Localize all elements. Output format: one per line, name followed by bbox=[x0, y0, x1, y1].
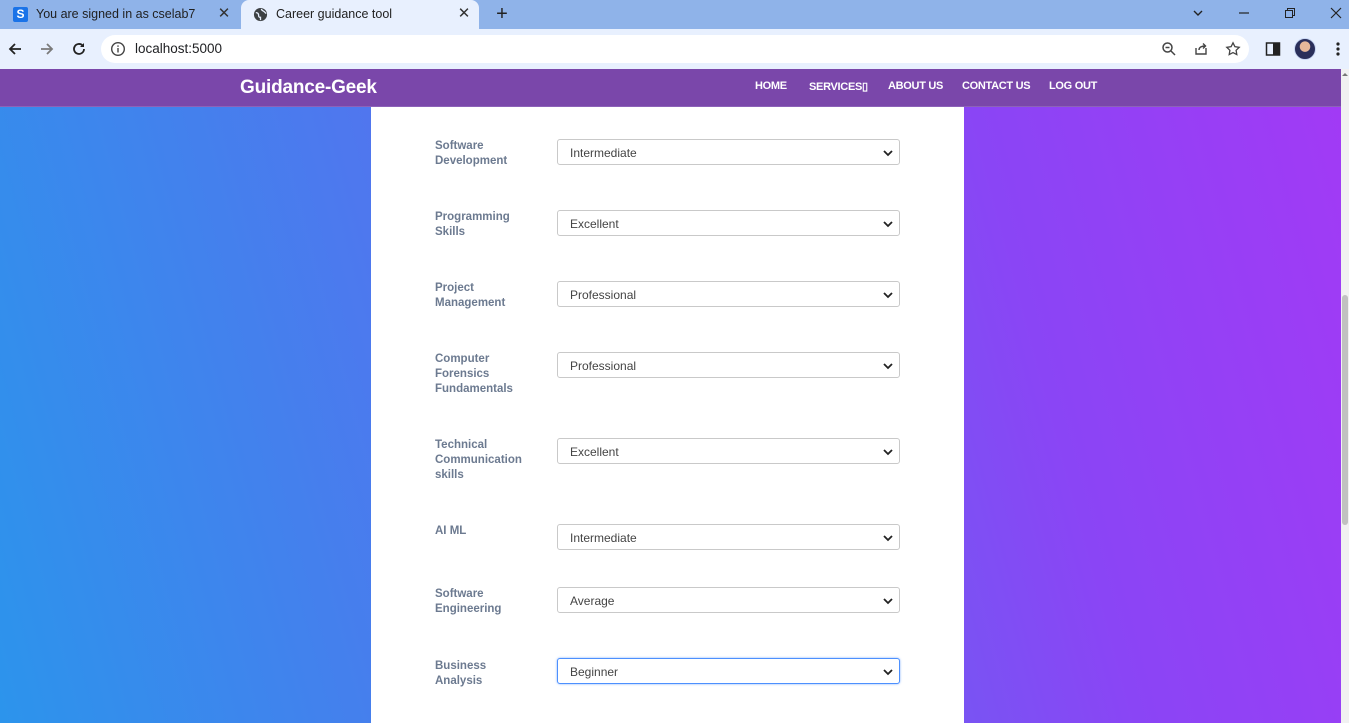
profile-avatar[interactable] bbox=[1294, 38, 1316, 60]
chevron-down-icon bbox=[883, 449, 893, 456]
close-tab-icon[interactable]: ✕ bbox=[455, 5, 473, 23]
skill-select-project-management[interactable]: Professional bbox=[557, 281, 900, 307]
selected-value: Intermediate bbox=[570, 531, 637, 545]
skills-form-card: Software Development Intermediate Progra… bbox=[371, 107, 964, 723]
selected-value: Intermediate bbox=[570, 146, 637, 160]
url-text: localhost:5000 bbox=[135, 41, 223, 56]
browser-tab-strip: S You are signed in as cselab7 ✕ Career … bbox=[0, 0, 1349, 29]
skill-label-software-development: Software Development bbox=[435, 140, 508, 167]
skill-label-project-management: Project Management bbox=[435, 282, 506, 309]
skill-select-business-analysis[interactable]: Beginner bbox=[557, 658, 900, 684]
forward-arrow-icon[interactable] bbox=[35, 37, 59, 61]
skill-label-computer-forensics: Computer Forensics Fundamentals bbox=[435, 353, 513, 395]
restore-icon[interactable] bbox=[1278, 3, 1302, 25]
tab-title: Career guidance tool bbox=[276, 7, 393, 21]
close-window-icon[interactable] bbox=[1324, 3, 1348, 25]
sharepoint-favicon-icon: S bbox=[13, 7, 28, 22]
nav-link-about-us[interactable]: ABOUT US bbox=[888, 80, 943, 92]
scroll-up-arrow-icon[interactable] bbox=[1342, 71, 1348, 77]
bookmark-star-icon[interactable] bbox=[1225, 41, 1241, 57]
skill-select-software-engineering[interactable]: Average bbox=[557, 587, 900, 613]
nav-link-contact-us[interactable]: CONTACT US bbox=[962, 80, 1031, 92]
nav-link-home[interactable]: HOME bbox=[755, 80, 787, 92]
tab-title: You are signed in as cselab7 bbox=[36, 7, 196, 21]
reload-icon[interactable] bbox=[67, 37, 91, 61]
share-icon[interactable] bbox=[1193, 41, 1209, 57]
close-tab-icon[interactable]: ✕ bbox=[215, 5, 233, 23]
minimize-icon[interactable] bbox=[1232, 3, 1256, 25]
chevron-down-icon bbox=[883, 535, 893, 542]
chevron-down-icon bbox=[883, 598, 893, 605]
chevron-down-icon bbox=[883, 150, 893, 157]
side-panel-icon[interactable] bbox=[1263, 39, 1283, 59]
nav-link-services[interactable]: SERVICES▯ bbox=[809, 80, 868, 93]
selected-value: Beginner bbox=[570, 665, 619, 679]
page-viewport: Guidance-Geek HOME SERVICES▯ ABOUT US CO… bbox=[0, 69, 1341, 723]
chevron-down-icon bbox=[883, 363, 893, 370]
browser-tab-career-guidance[interactable]: Career guidance tool ✕ bbox=[241, 0, 479, 29]
address-bar[interactable]: localhost:5000 bbox=[101, 35, 1249, 63]
tab-search-chevron-icon[interactable] bbox=[1186, 3, 1210, 25]
skill-label-programming-skills: Programming Skills bbox=[435, 211, 510, 238]
selected-value: Professional bbox=[570, 359, 637, 373]
skill-label-technical-communication: Technical Communication skills bbox=[435, 439, 522, 481]
skill-select-software-development[interactable]: Intermediate bbox=[557, 139, 900, 165]
selected-value: Excellent bbox=[570, 445, 619, 459]
skill-select-computer-forensics[interactable]: Professional bbox=[557, 352, 900, 378]
skill-select-programming-skills[interactable]: Excellent bbox=[557, 210, 900, 236]
selected-value: Professional bbox=[570, 288, 637, 302]
zoom-icon[interactable] bbox=[1161, 41, 1177, 57]
site-brand-logo[interactable]: Guidance-Geek bbox=[240, 77, 377, 99]
skill-label-software-engineering: Software Engineering bbox=[435, 588, 502, 615]
page-scrollbar[interactable] bbox=[1341, 69, 1349, 723]
chevron-down-icon bbox=[883, 669, 893, 676]
chevron-down-icon bbox=[883, 221, 893, 228]
skill-select-ai-ml[interactable]: Intermediate bbox=[557, 524, 900, 550]
browser-menu-icon[interactable] bbox=[1328, 39, 1348, 59]
chevron-down-icon bbox=[883, 292, 893, 299]
browser-tab-signed-in[interactable]: S You are signed in as cselab7 ✕ bbox=[0, 0, 240, 29]
scrollbar-thumb[interactable] bbox=[1342, 295, 1348, 525]
site-navbar: Guidance-Geek HOME SERVICES▯ ABOUT US CO… bbox=[0, 69, 1341, 107]
skill-label-ai-ml: AI ML bbox=[435, 525, 467, 537]
back-arrow-icon[interactable] bbox=[3, 37, 27, 61]
selected-value: Excellent bbox=[570, 217, 619, 231]
nav-link-log-out[interactable]: LOG OUT bbox=[1049, 80, 1097, 92]
globe-icon bbox=[253, 7, 268, 22]
skill-label-business-analysis: Business Analysis bbox=[435, 660, 487, 687]
browser-toolbar: localhost:5000 bbox=[0, 29, 1349, 69]
selected-value: Average bbox=[570, 594, 615, 608]
skill-select-technical-communication[interactable]: Excellent bbox=[557, 438, 900, 464]
site-info-icon[interactable] bbox=[110, 41, 126, 57]
new-tab-plus-icon[interactable]: + bbox=[491, 3, 513, 25]
